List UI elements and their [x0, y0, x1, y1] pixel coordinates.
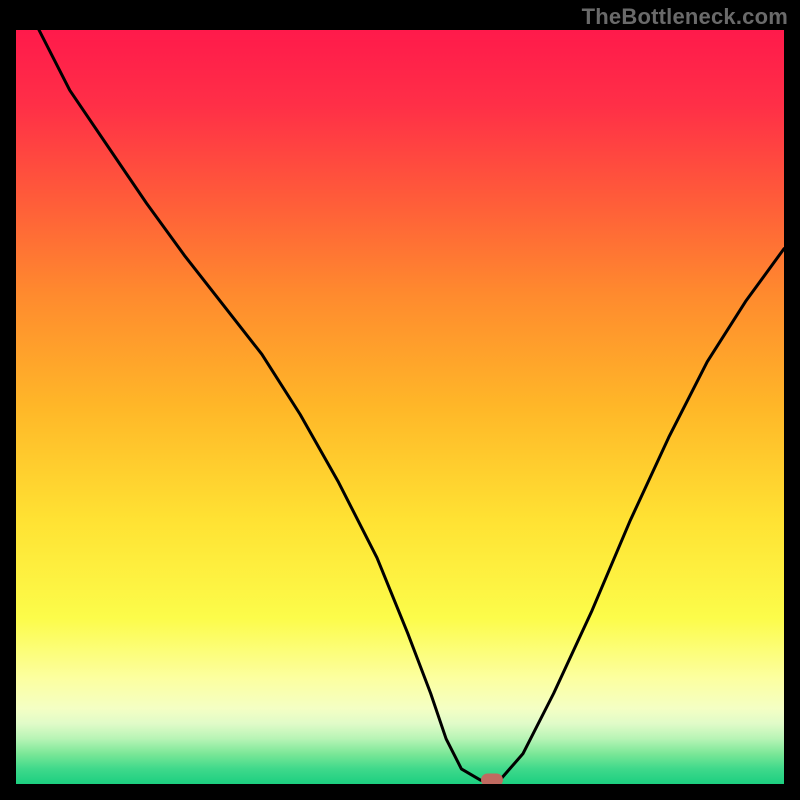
watermark-text: TheBottleneck.com: [582, 4, 788, 30]
chart-container: TheBottleneck.com: [0, 0, 800, 800]
plot-area: [16, 30, 784, 784]
optimal-point-marker: [481, 774, 503, 784]
bottleneck-curve: [16, 30, 784, 784]
